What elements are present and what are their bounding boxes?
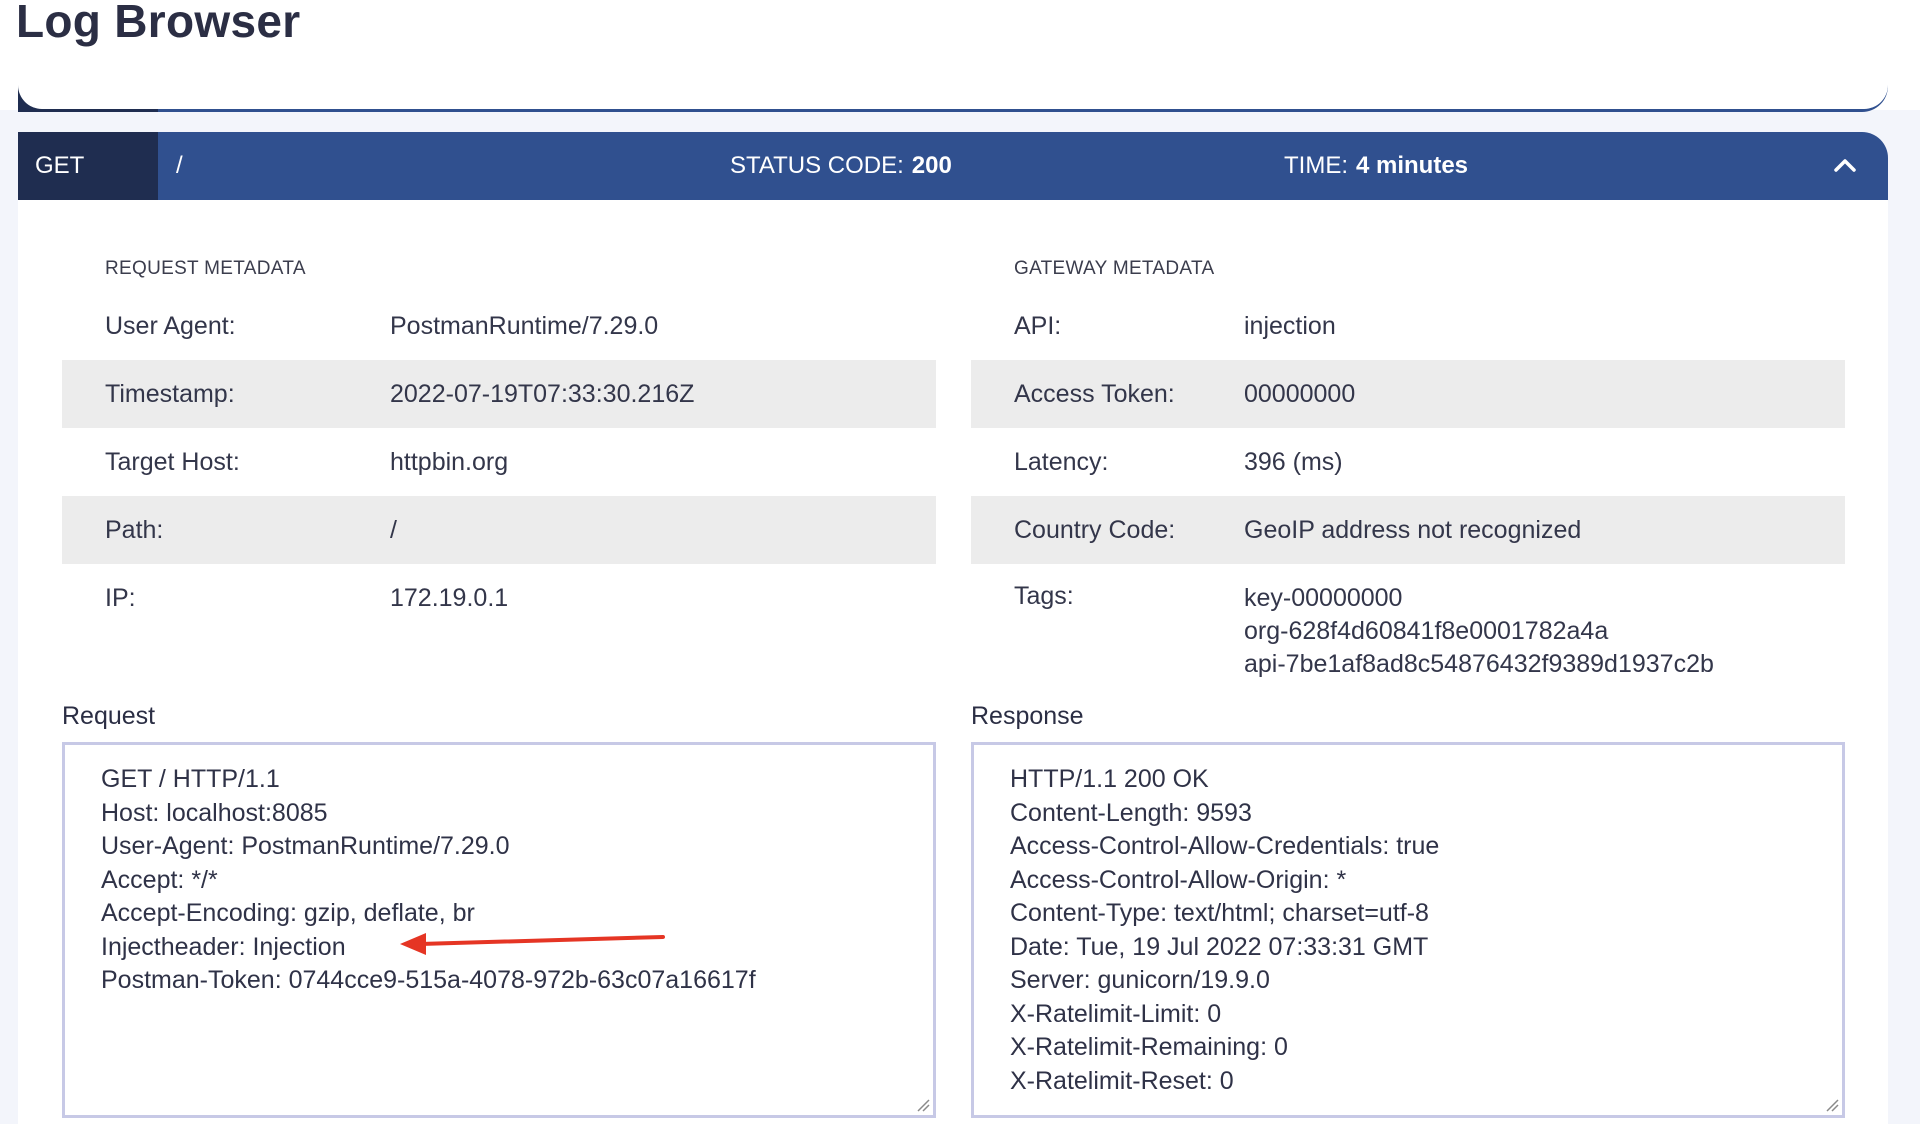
row-key: IP:: [105, 583, 136, 612]
response-line: Access-Control-Allow-Credentials: true: [1010, 832, 1440, 860]
row-key: Access Token:: [1014, 379, 1175, 408]
request-lines: GET / HTTP/1.1 Host: localhost:8085 User…: [101, 763, 756, 998]
request-line: GET / HTTP/1.1: [101, 765, 280, 793]
path-label: /: [176, 152, 183, 179]
method-badge: GET: [18, 132, 158, 200]
row-value: PostmanRuntime/7.29.0: [390, 311, 659, 340]
row-value: 2022-07-19T07:33:30.216Z: [390, 379, 695, 408]
response-line: Content-Length: 9593: [1010, 798, 1252, 827]
row-key: Latency:: [1014, 447, 1109, 476]
row-value: /: [390, 515, 397, 544]
previous-log-entry[interactable]: [18, 72, 1888, 112]
row-key: Country Code:: [1014, 515, 1176, 544]
arrow-left-icon: [400, 933, 665, 955]
row-value: injection: [1244, 311, 1336, 340]
request-metadata-row: IP: 172.19.0.1: [62, 564, 936, 632]
request-line: Accept: */*: [101, 865, 218, 894]
response-line: X-Ratelimit-Limit: 0: [1010, 999, 1222, 1028]
chevron-up-icon[interactable]: [1830, 150, 1860, 180]
page: Log Browser GET / STATUS CODE: 200 TIME:…: [0, 0, 1920, 1124]
row-value: 396 (ms): [1244, 447, 1343, 476]
log-entry-details: REQUEST METADATA User Agent: PostmanRunt…: [18, 200, 1888, 1124]
row-key: Path:: [105, 515, 164, 544]
request-line: Host: localhost:8085: [101, 798, 328, 827]
request-metadata-row: Target Host: httpbin.org: [62, 428, 936, 496]
row-key: API:: [1014, 311, 1062, 340]
response-lines: HTTP/1.1 200 OK Content-Length: 9593 Acc…: [1010, 763, 1439, 1098]
row-value: httpbin.org: [390, 447, 509, 476]
response-line: Access-Control-Allow-Origin: *: [1010, 865, 1347, 894]
gateway-metadata-row: Latency: 396 (ms): [971, 428, 1845, 496]
row-key: Timestamp:: [105, 379, 235, 408]
gateway-metadata-row: Access Token: 00000000: [971, 360, 1845, 428]
row-key: Tags:: [1014, 582, 1074, 610]
row-value: GeoIP address not recognized: [1244, 515, 1582, 544]
resize-handle-icon[interactable]: [916, 1098, 930, 1112]
time-value: 4 minutes: [1356, 152, 1469, 179]
page-title: Log Browser: [16, 0, 301, 47]
time: TIME: 4 minutes: [1284, 132, 1468, 200]
response-line: X-Ratelimit-Remaining: 0: [1010, 1033, 1288, 1061]
request-metadata-heading: REQUEST METADATA: [105, 258, 306, 279]
response-line: Content-Type: text/html; charset=utf-8: [1010, 899, 1429, 927]
tag-item: api-7be1af8ad8c54876432f9389d1937c2b: [1244, 650, 1714, 678]
gateway-metadata-row: Country Code: GeoIP address not recogniz…: [971, 496, 1845, 564]
response-line: X-Ratelimit-Reset: 0: [1010, 1066, 1234, 1095]
response-line: Date: Tue, 19 Jul 2022 07:33:31 GMT: [1010, 932, 1429, 961]
time-label: TIME:: [1284, 152, 1348, 179]
gateway-metadata-heading: GATEWAY METADATA: [1014, 258, 1215, 279]
request-line: User-Agent: PostmanRuntime/7.29.0: [101, 832, 510, 860]
row-key: User Agent:: [105, 311, 236, 340]
tag-item: key-00000000: [1244, 584, 1403, 612]
status-code: STATUS CODE: 200: [730, 132, 952, 200]
row-key: Target Host:: [105, 447, 240, 476]
response-textarea[interactable]: HTTP/1.1 200 OK Content-Length: 9593 Acc…: [971, 742, 1845, 1118]
status-code-label: STATUS CODE:: [730, 152, 904, 179]
request-title: Request: [62, 702, 156, 730]
response-line: Server: gunicorn/19.9.0: [1010, 966, 1270, 994]
request-metadata-row: Timestamp: 2022-07-19T07:33:30.216Z: [62, 360, 936, 428]
row-value: 00000000: [1244, 379, 1356, 408]
request-line: Postman-Token: 0744cce9-515a-4078-972b-6…: [101, 966, 756, 994]
gateway-metadata-row: API: injection: [971, 292, 1845, 360]
request-metadata-row: Path: /: [62, 496, 936, 564]
method-label: GET: [35, 152, 85, 179]
response-title: Response: [971, 702, 1084, 730]
tags-list: key-00000000 org-628f4d60841f8e0001782a4…: [1244, 582, 1714, 681]
resize-handle-icon[interactable]: [1825, 1098, 1839, 1112]
row-value: 172.19.0.1: [390, 583, 509, 612]
status-code-value: 200: [911, 152, 952, 179]
tag-item: org-628f4d60841f8e0001782a4a: [1244, 617, 1609, 645]
response-line: HTTP/1.1 200 OK: [1010, 765, 1209, 793]
log-entry-header[interactable]: GET / STATUS CODE: 200 TIME: 4 minutes: [18, 132, 1888, 200]
request-metadata-row: User Agent: PostmanRuntime/7.29.0: [62, 292, 936, 360]
